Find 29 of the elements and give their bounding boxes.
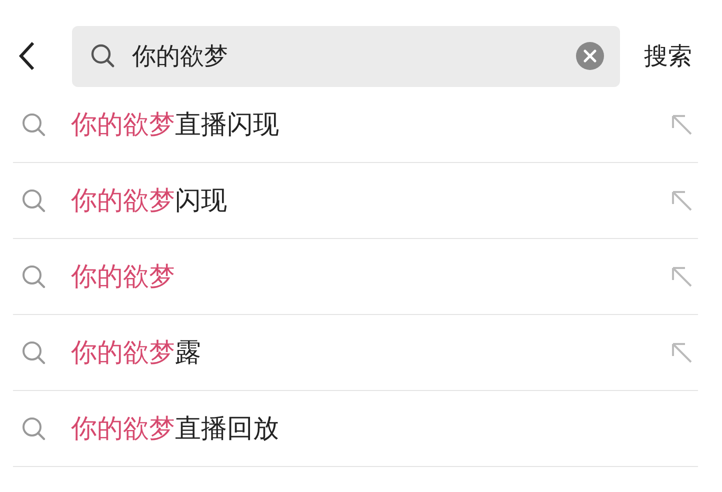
suggestion-item[interactable]: 你的欲梦直播闪现: [13, 87, 698, 163]
suggestion-item[interactable]: 你的欲梦闪现: [13, 163, 698, 239]
search-icon: [21, 340, 47, 366]
suggestion-item[interactable]: 你的欲梦: [13, 239, 698, 315]
matched-text: 你的欲梦: [71, 262, 175, 292]
suggestion-text: 闪现: [175, 186, 227, 216]
arrow-icon[interactable]: [670, 340, 694, 364]
search-icon: [21, 112, 47, 138]
matched-text: 你的欲梦: [71, 338, 175, 368]
search-query: 你的欲梦: [132, 41, 229, 72]
arrow-icon[interactable]: [670, 264, 694, 288]
matched-text: 你的欲梦: [71, 110, 175, 140]
suggestion-text: 露: [175, 338, 201, 368]
search-field[interactable]: 你的欲梦: [72, 26, 620, 86]
matched-text: 你的欲梦: [71, 414, 175, 444]
suggestion-text: 直播闪现: [175, 110, 279, 140]
arrow-icon[interactable]: [670, 112, 694, 136]
suggestion-text: 直播回放: [175, 414, 279, 444]
search-icon: [21, 188, 47, 214]
matched-text: 你的欲梦: [71, 186, 175, 216]
search-icon: [21, 416, 47, 442]
search-icon: [90, 43, 116, 69]
suggestion-item[interactable]: 你的欲梦直播回放: [13, 391, 698, 467]
search-icon: [21, 264, 47, 290]
arrow-icon[interactable]: [670, 188, 694, 212]
search-button[interactable]: 搜索: [644, 40, 692, 72]
back-icon[interactable]: [18, 41, 36, 71]
suggestion-item[interactable]: 你的欲梦露: [13, 315, 698, 391]
clear-icon[interactable]: [576, 42, 604, 70]
